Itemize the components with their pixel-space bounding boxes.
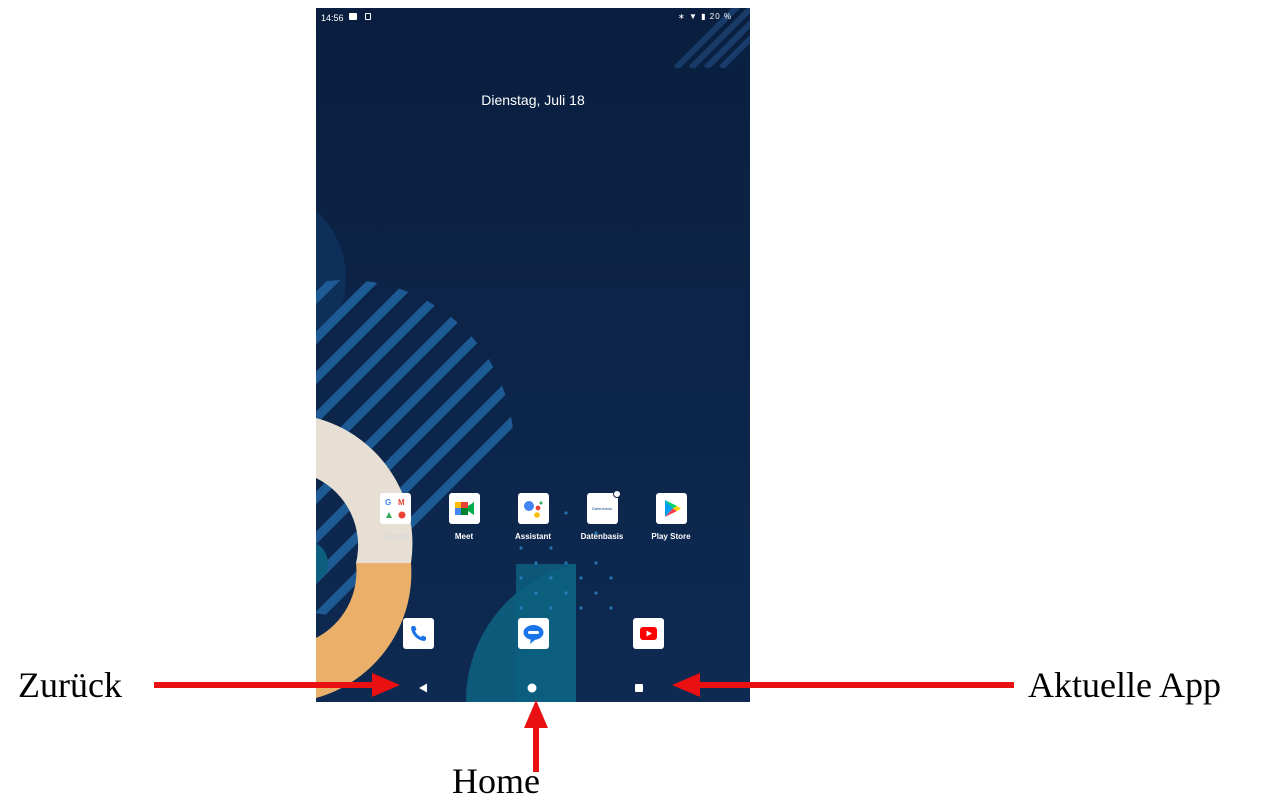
meet-icon	[448, 493, 480, 524]
notification-icon	[349, 13, 357, 20]
app-label: Datenbasis	[580, 532, 624, 541]
phone-screen: 14:56 ∗ ▼ ▮ 20 % Dienstag, Juli 18 G M G…	[316, 8, 750, 702]
app-assistant[interactable]: Assistant	[501, 493, 565, 541]
app-datenbasis[interactable]: Datenbasis Datenbasis	[570, 490, 634, 541]
app-label: Assistant	[514, 532, 551, 541]
app-label: Google	[381, 532, 409, 541]
battery-level: 20 %	[709, 12, 732, 21]
status-bar: 14:56 ∗ ▼ ▮ 20 %	[316, 8, 750, 28]
wifi-icon: ▼	[688, 12, 698, 21]
dock-youtube[interactable]	[633, 618, 664, 649]
app-label: Meet	[454, 532, 474, 541]
notification-dot	[612, 490, 621, 498]
dock-messages[interactable]	[518, 618, 549, 649]
recents-icon	[635, 684, 643, 692]
page: { "status_bar": { "time": "14:56", "batt…	[0, 0, 1266, 804]
assistant-icon	[517, 493, 549, 524]
recents-button[interactable]	[634, 680, 644, 698]
status-time: 14:56	[321, 13, 344, 23]
youtube-icon	[640, 627, 657, 640]
bluetooth-icon: ∗	[678, 12, 686, 21]
battery-icon: ▮	[701, 12, 707, 21]
google-folder-icon: G M	[379, 493, 411, 524]
phone-icon	[411, 626, 426, 641]
play-store-icon	[655, 493, 687, 524]
arrow-back	[154, 673, 400, 697]
datenbasis-icon: Datenbasis	[586, 490, 621, 524]
annotation-recents: Aktuelle App	[1028, 665, 1221, 705]
home-icon	[527, 683, 537, 693]
wallpaper	[316, 8, 750, 702]
back-button[interactable]	[418, 680, 428, 698]
annotation-back: Zurück	[18, 665, 122, 705]
svg-text:G: G	[385, 498, 391, 507]
app-label: Play Store	[651, 532, 691, 541]
arrow-recents	[672, 673, 1014, 697]
back-icon	[419, 683, 427, 693]
home-button[interactable]	[527, 680, 537, 698]
sim-icon	[365, 13, 371, 20]
status-right: ∗ ▼ ▮ 20 %	[678, 12, 732, 21]
arrow-home	[524, 700, 548, 772]
datenbasis-tile-text: Datenbasis	[591, 506, 612, 511]
dock-phone[interactable]	[403, 618, 434, 649]
date-widget[interactable]: Dienstag, Juli 18	[316, 92, 750, 108]
app-meet[interactable]: Meet	[432, 493, 496, 541]
messages-icon	[523, 625, 544, 644]
svg-text:M: M	[398, 498, 405, 507]
app-play-store[interactable]: Play Store	[639, 493, 703, 541]
app-google[interactable]: G M Google	[363, 493, 427, 541]
